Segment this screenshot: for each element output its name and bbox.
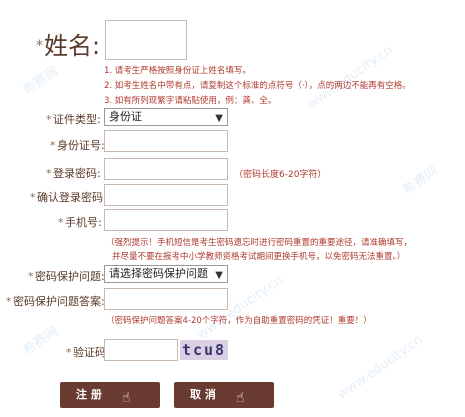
captcha-input[interactable] — [104, 339, 178, 361]
id-number-label: 身份证号: — [57, 139, 105, 152]
chevron-down-icon: ▼ — [215, 270, 223, 281]
password-label: 登录密码: — [53, 167, 101, 180]
name-note-3: 3. 如有所列现繁字请粘贴使用，例：龚、全。 — [104, 96, 277, 106]
security-question-value: 请选择密码保护问题 — [109, 267, 208, 280]
name-label: 姓名: — [44, 32, 101, 60]
register-button[interactable]: 注 册 ☝ — [60, 382, 160, 408]
captcha-image[interactable]: tcu8 — [180, 340, 228, 360]
id-number-input[interactable] — [104, 130, 228, 152]
watermark-text: www.educity.cn — [334, 332, 426, 403]
security-question-label: 密码保护问题: — [35, 270, 105, 283]
password-input[interactable] — [104, 158, 228, 180]
phone-note-2: 并尽量不要在报考中小学教师资格考试期间更换手机号，以免密码无法重置。） — [112, 252, 406, 262]
cancel-button[interactable]: 取 消 ☝ — [174, 382, 274, 408]
watermark-text: 希赛网 — [20, 63, 61, 99]
name-note-1: 1. 请考生严格按照身份证上姓名填写。 — [104, 66, 251, 76]
phone-label: 手机号: — [65, 216, 102, 229]
required-star: * — [46, 167, 52, 180]
pointer-hand-icon: ☝ — [122, 390, 131, 406]
cancel-button-label: 取 消 — [190, 388, 216, 401]
security-question-select[interactable]: 请选择密码保护问题 ▼ — [104, 265, 228, 283]
name-note-2: 2. 如考生姓名中带有点，请复制这个标准的点符号（·），点的两边不能再有空格。 — [104, 81, 411, 91]
confirm-password-label: 确认登录密码: — [37, 191, 107, 204]
password-hint: （密码长度6-20字符） — [234, 170, 327, 180]
chevron-down-icon: ▼ — [215, 113, 223, 124]
required-star: * — [46, 113, 52, 126]
confirm-password-input[interactable] — [104, 184, 228, 206]
pointer-hand-icon: ☝ — [236, 390, 245, 406]
security-answer-input[interactable] — [104, 288, 228, 310]
id-type-label: 证件类型: — [53, 113, 101, 126]
phone-input[interactable] — [104, 209, 228, 231]
required-star: * — [36, 38, 43, 54]
register-button-label: 注 册 — [76, 388, 102, 401]
name-input[interactable] — [105, 20, 187, 60]
required-star: * — [6, 295, 12, 308]
required-star: * — [58, 216, 64, 229]
id-type-select[interactable]: 身份证 ▼ — [104, 108, 228, 126]
required-star: * — [30, 191, 36, 204]
phone-note-1: （强烈提示！手机短信是考生密码遗忘时进行密码重置的重要途径，请准确填写， — [106, 238, 413, 248]
required-star: * — [28, 270, 34, 283]
watermark-text: 希赛网 — [20, 323, 61, 359]
required-star: * — [66, 346, 72, 359]
required-star: * — [50, 139, 56, 152]
watermark-text: www.educity.cn — [304, 42, 396, 113]
security-answer-hint: （密码保护问题答案4-20个字符，作为自助重置密码的凭证！重要！） — [106, 316, 372, 326]
id-type-value: 身份证 — [109, 110, 142, 123]
security-answer-label: 密码保护问题答案: — [13, 295, 105, 308]
captcha-label: 验证码 — [73, 346, 106, 359]
watermark-text: 希赛网 — [400, 163, 441, 199]
